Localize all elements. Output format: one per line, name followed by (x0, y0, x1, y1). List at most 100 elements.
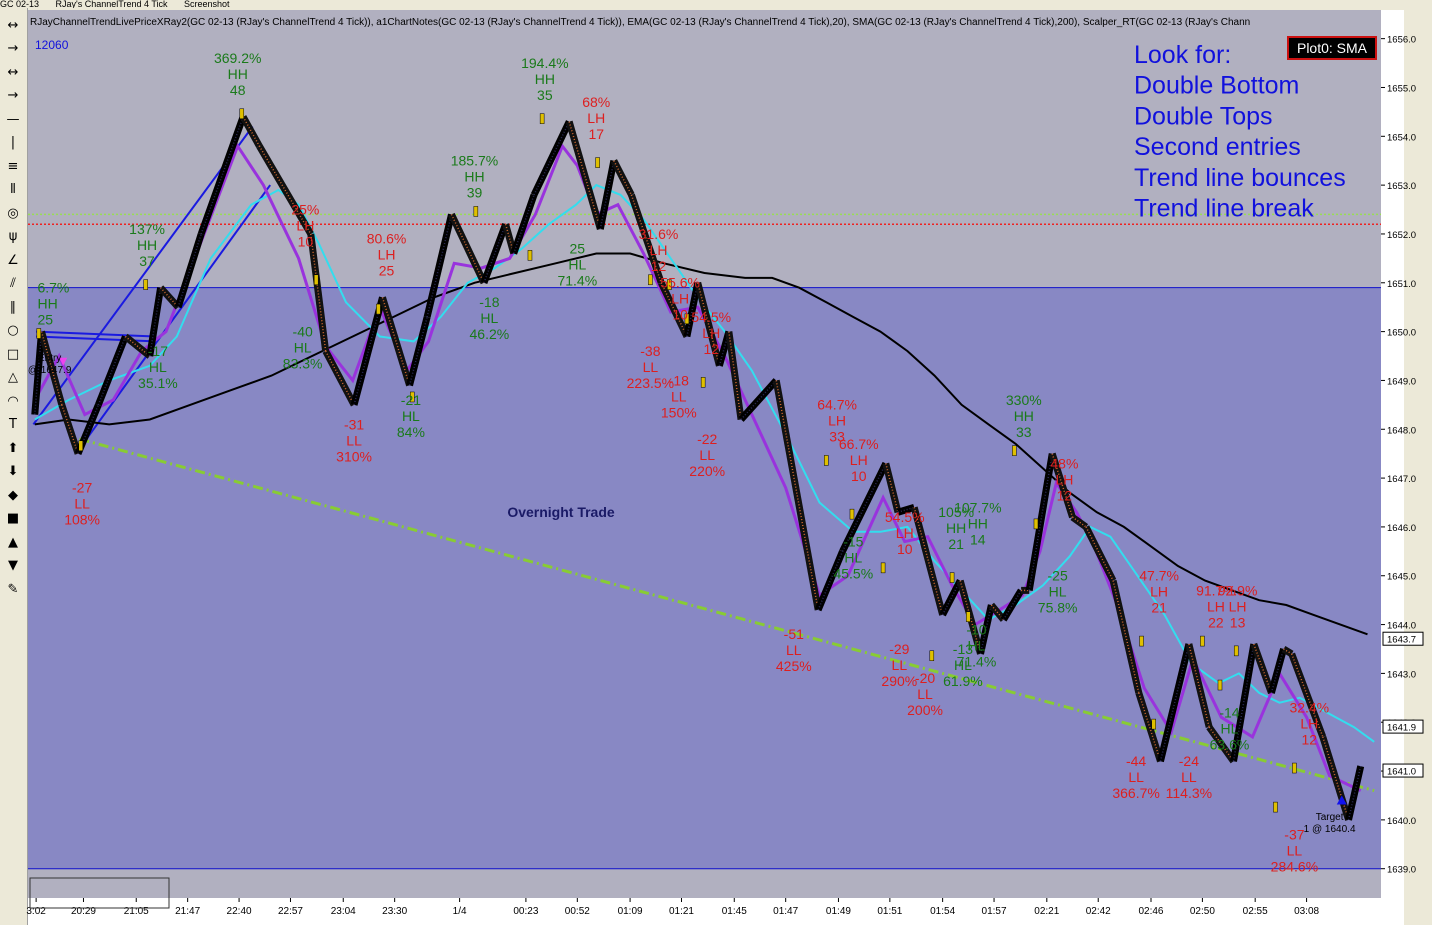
pivot-marker (929, 650, 935, 661)
price-tag-label: 1641.9 (1387, 723, 1416, 734)
swing-annotation-line: LL (786, 642, 802, 658)
swing-annotation-line: 92.9% (1218, 582, 1258, 598)
price-tag: 1641.9 (1382, 719, 1424, 734)
price-chart[interactable]: 6.7%HH25-27LL108%137%HH37-17HL35.1%369.2… (0, 0, 1432, 925)
swing-annotation-line: 32.4% (1289, 699, 1329, 715)
swing-annotation-line: HL (568, 256, 586, 272)
swing-annotation-line: 48% (1050, 455, 1078, 471)
swing-annotation-line: 25 (570, 240, 586, 256)
swing-annotation-line: -31 (344, 416, 364, 432)
swing-annotation-line: 10 (897, 541, 913, 557)
price-axis-label: 1648.0 (1387, 425, 1416, 436)
swing-annotation-line: LH (1150, 584, 1168, 600)
pivot-marker (648, 274, 653, 286)
swing-annotation-line: 35 (537, 87, 553, 103)
swing-annotation-line: LL (346, 432, 362, 448)
swing-annotation-line: LL (671, 388, 687, 404)
swing-annotation-line: 137% (129, 221, 165, 237)
swing-annotation-line: 194.4% (521, 55, 568, 71)
price-axis-label: 1650.0 (1387, 328, 1416, 339)
swing-annotation-line: HL (402, 408, 420, 424)
swing-annotation-line: 54.5% (885, 509, 925, 525)
time-axis-label: 03:08 (1294, 906, 1319, 917)
pivot-marker (1139, 635, 1144, 647)
price-tag-label: 1641.0 (1387, 767, 1416, 778)
swing-annotation-line: 33 (1016, 424, 1032, 440)
swing-annotation-line: LH (671, 291, 689, 307)
swing-annotation-line: 25 (379, 263, 395, 279)
time-axis-label: 23:04 (331, 906, 356, 917)
swing-annotation-line: 71.4% (557, 272, 597, 288)
swing-annotation-line: LH (1229, 598, 1247, 614)
swing-annotation-line: 46.2% (470, 326, 510, 342)
swing-annotation-line: 80.6% (367, 231, 407, 247)
swing-annotation-line: HH (464, 169, 484, 185)
swing-annotation-line: HH (968, 515, 988, 531)
swing-annotation-line: LH (650, 242, 668, 258)
swing-annotation-line: 35.1% (138, 375, 178, 391)
swing-annotation-line: -14 (1219, 704, 1239, 720)
pivot-marker (700, 377, 706, 388)
overnight-trade-label: Overnight Trade (507, 504, 615, 520)
trade-label-line: 1 @ 1640.4 (1304, 824, 1356, 835)
swing-annotation-line: 22 (1208, 614, 1224, 630)
swing-annotation-line: -25 (1048, 568, 1068, 584)
price-axis-label: 1640.0 (1387, 816, 1416, 827)
swing-annotation-line: LH (1207, 598, 1225, 614)
pivot-marker (1033, 518, 1039, 530)
swing-annotation-line: HH (535, 71, 555, 87)
swing-annotation-line: 200% (907, 702, 943, 718)
swing-annotation-line: 37 (139, 253, 155, 269)
price-axis-label: 1651.0 (1387, 279, 1416, 290)
swing-annotation-line: 68% (582, 94, 610, 110)
notes-line: Look for: (1134, 41, 1231, 69)
price-axis-label: 1639.0 (1387, 865, 1416, 876)
swing-annotation-line: 108% (64, 512, 100, 528)
notes-line: Second entries (1134, 133, 1301, 161)
swing-annotation-line: HH (1014, 408, 1034, 424)
pivot-marker (239, 108, 245, 120)
swing-annotation-line: LH (378, 247, 396, 263)
swing-annotation-line: 366.7% (1112, 785, 1159, 801)
swing-annotation-line: HL (967, 637, 985, 653)
price-axis-label: 1643.0 (1387, 669, 1416, 680)
swing-annotation-line: LL (1181, 769, 1197, 785)
time-axis-label: 1/4 (453, 906, 467, 917)
swing-annotation-line: 290% (881, 673, 917, 689)
swing-annotation-line: -51 (784, 626, 804, 642)
swing-annotation-line: 71.4% (957, 653, 997, 669)
swing-annotation-line: 330% (1006, 392, 1042, 408)
swing-annotation-line: 17 (588, 126, 604, 142)
time-axis-label: 01:51 (877, 906, 902, 917)
swing-annotation-line: LL (892, 657, 908, 673)
time-axis-label: 02:46 (1138, 906, 1163, 917)
swing-annotation-line: -27 (72, 480, 92, 496)
swing-annotation-line: -20 (915, 670, 935, 686)
swing-annotation-line: HH (946, 520, 966, 536)
legend-label: Plot0: SMA (1297, 40, 1368, 56)
price-axis-label: 1656.0 (1387, 35, 1416, 46)
swing-annotation-line: LH (828, 413, 846, 429)
swing-annotation-line: 54.5% (691, 309, 731, 325)
swing-annotation-line: -37 (1284, 826, 1304, 842)
swing-annotation-line: LL (917, 686, 933, 702)
swing-annotation-line: 12 (651, 258, 667, 274)
swing-annotation-line: 63.6% (1210, 736, 1250, 752)
swing-annotation-line: 10 (851, 468, 867, 484)
swing-annotation-line: 10 (672, 307, 688, 323)
trade-label-line: @ 1647.9 (28, 365, 72, 376)
swing-annotation-line: -38 (640, 343, 660, 359)
time-axis-label: 22:40 (227, 906, 252, 917)
swing-annotation-line: HL (480, 310, 498, 326)
notes-line: Double Bottom (1134, 72, 1299, 100)
pivot-marker (143, 279, 148, 290)
swing-annotation-line: 114.3% (1166, 785, 1212, 801)
swing-annotation-line: LH (702, 325, 720, 341)
time-axis-label: 23:30 (382, 906, 407, 917)
swing-annotation-line: HL (844, 549, 862, 565)
pivot-marker (473, 206, 479, 217)
swing-annotation-line: -44 (1126, 753, 1146, 769)
time-axis-label: 01:21 (669, 906, 694, 917)
swing-annotation-line: -10 (966, 621, 986, 637)
swing-annotation-line: HH (228, 66, 248, 82)
